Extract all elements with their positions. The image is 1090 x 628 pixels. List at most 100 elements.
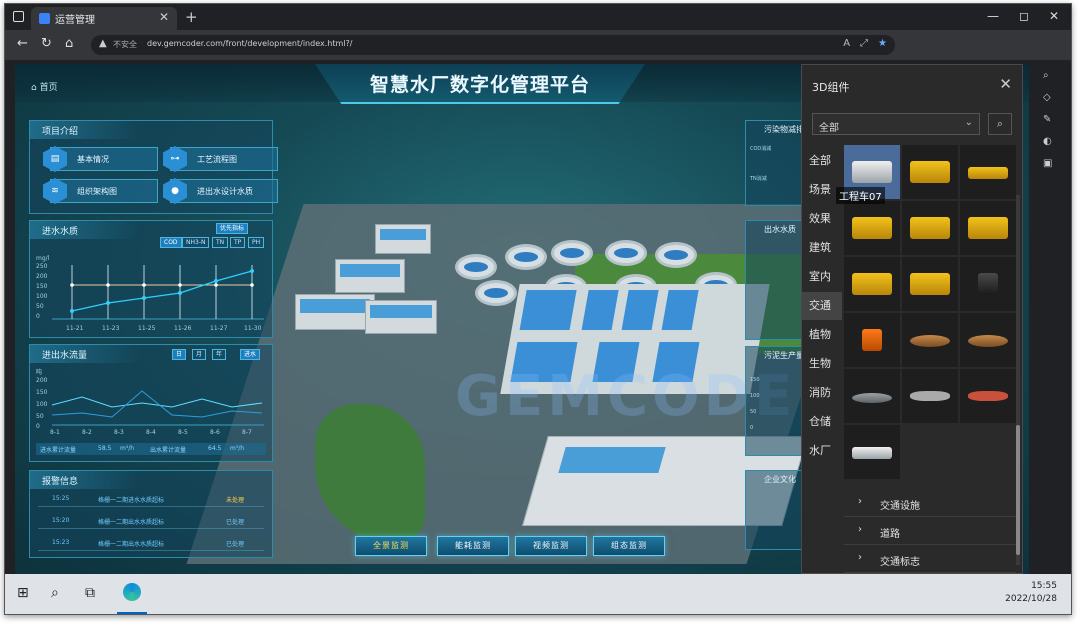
helicopter-icon[interactable]: [960, 369, 1016, 423]
forklift-icon[interactable]: [844, 313, 900, 367]
shopping-icon[interactable]: ◇: [1043, 92, 1051, 103]
window-menu-icon[interactable]: [13, 11, 24, 22]
alarm-status: 已处理: [226, 519, 245, 526]
y-tick: 200: [36, 377, 48, 384]
process-flow-button[interactable]: ⊶ 工艺流程图: [163, 146, 278, 172]
config-monitor-button[interactable]: 组态监测: [593, 536, 665, 556]
train-icon[interactable]: [844, 425, 900, 479]
outlook-icon[interactable]: ▣: [1043, 158, 1052, 169]
button-label: 基本情况: [77, 155, 109, 164]
project-panel: 项目介绍 ▤ 基本情况 ⊶ 工艺流程图 ≋ 组织架构图 ● 进出水设计水质: [29, 120, 278, 214]
category-select[interactable]: 全部 ⌄: [812, 113, 980, 135]
close-icon[interactable]: ✕: [999, 75, 1012, 93]
forklift-icon[interactable]: [960, 257, 1016, 311]
category-building[interactable]: 建筑: [802, 234, 842, 262]
org-chart-button[interactable]: ≋ 组织架构图: [43, 178, 158, 204]
new-tab-icon[interactable]: +: [185, 8, 198, 26]
pollutant-row: COD消减: [750, 146, 772, 152]
chip-month[interactable]: 月: [192, 349, 207, 360]
chip-day[interactable]: 日: [172, 349, 187, 360]
boat-icon[interactable]: [844, 369, 900, 423]
category-waterplant[interactable]: 水厂: [802, 437, 842, 465]
dump-truck-icon[interactable]: [902, 145, 958, 199]
alarm-desc: 格栅一二期出水水质超标: [98, 541, 165, 548]
alarm-row[interactable]: 15:23 格栅一二期出水水质超标 已处理: [38, 535, 264, 551]
alarm-row[interactable]: 15:25 格栅一二期进水水质超标 未处理: [38, 491, 264, 507]
category-effect[interactable]: 效果: [802, 205, 842, 233]
search-icon[interactable]: ⌕: [1043, 70, 1049, 81]
accordion-traffic-facilities[interactable]: › 交通设施: [844, 489, 1016, 517]
minimize-icon[interactable]: —: [987, 9, 999, 23]
crane-icon[interactable]: [844, 257, 900, 311]
chart-unit: 吨: [36, 369, 43, 376]
system-clock[interactable]: 15:55 2022/10/28: [1005, 580, 1057, 606]
edge-browser-icon[interactable]: [123, 583, 141, 601]
chip-year[interactable]: 年: [212, 349, 227, 360]
back-icon[interactable]: ←: [17, 36, 28, 51]
url-actions: A ⤢ ★: [843, 38, 887, 49]
accordion-label: 交通设施: [880, 501, 920, 512]
chart-unit: mg/l: [36, 255, 50, 262]
browser-sidebar: ⌕ ◇ ✎ ◐ ▣: [1027, 60, 1071, 574]
inflow-quality-title: 进水水质: [42, 227, 79, 237]
category-fire[interactable]: 消防: [802, 379, 842, 407]
read-aloud-icon[interactable]: A: [843, 38, 850, 49]
energy-monitor-button[interactable]: 能耗监测: [437, 536, 509, 556]
home-icon[interactable]: ⌂: [65, 36, 73, 51]
scrollbar[interactable]: [1016, 195, 1020, 565]
reload-icon[interactable]: ↻: [41, 36, 52, 51]
chip-tp[interactable]: TP: [230, 237, 246, 248]
close-window-icon[interactable]: ✕: [1049, 9, 1059, 23]
zoom-icon[interactable]: ⤢: [860, 38, 868, 49]
components-panel: 3D组件 ✕ 全部 ⌄ ⌕ 全部 场景 效果 建筑 室内 交通 植物 生物 消防…: [801, 64, 1023, 574]
culture-title: 企业文化: [764, 475, 796, 484]
water-quality-design-button[interactable]: ● 进出水设计水质: [163, 178, 278, 204]
chip-tn[interactable]: TN: [212, 237, 229, 248]
chevron-right-icon: ›: [858, 524, 862, 535]
search-icon[interactable]: ⌕: [988, 113, 1012, 135]
hover-tooltip: 工程车07: [836, 187, 885, 204]
category-traffic[interactable]: 交通: [802, 292, 842, 320]
office-icon[interactable]: ◐: [1043, 136, 1052, 147]
windows-start-icon[interactable]: ⊞: [17, 585, 29, 601]
category-creature[interactable]: 生物: [802, 350, 842, 378]
favorite-star-icon[interactable]: ★: [878, 38, 887, 49]
accordion-road[interactable]: › 道路: [844, 517, 1016, 545]
category-plant[interactable]: 植物: [802, 321, 842, 349]
category-all[interactable]: 全部: [802, 147, 842, 175]
category-indoor[interactable]: 室内: [802, 263, 842, 291]
chip-nh3n[interactable]: NH3-N: [182, 237, 210, 248]
favicon-icon: [39, 13, 50, 24]
chip-ph[interactable]: PH: [248, 237, 265, 248]
category-storage[interactable]: 仓储: [802, 408, 842, 436]
panorama-monitor-button[interactable]: 全景监测: [355, 536, 427, 556]
browser-tab[interactable]: 运营管理 ✕: [31, 7, 177, 30]
chip-cod[interactable]: COD: [160, 237, 182, 248]
tools-icon[interactable]: ✎: [1043, 114, 1051, 125]
x-tick: 8-5: [178, 429, 188, 436]
video-monitor-button[interactable]: 视频监测: [515, 536, 587, 556]
basic-info-button[interactable]: ▤ 基本情况: [43, 146, 158, 172]
dump-truck-icon[interactable]: [902, 201, 958, 255]
chip-inflow[interactable]: 进水: [240, 349, 261, 360]
crane-truck-icon[interactable]: [960, 145, 1016, 199]
alarm-desc: 格栅一二期进水水质超标: [98, 497, 165, 504]
bulldozer-icon[interactable]: [902, 257, 958, 311]
warning-icon: ▲: [99, 38, 107, 49]
tab-close-icon[interactable]: ✕: [159, 10, 169, 24]
helicopter-icon[interactable]: [902, 369, 958, 423]
restore-icon[interactable]: ◻: [1019, 9, 1029, 23]
accordion-traffic-signs[interactable]: › 交通标志: [844, 545, 1016, 573]
priority-indicator-tag[interactable]: 优先指标: [216, 223, 249, 234]
dump-truck-icon[interactable]: [960, 201, 1016, 255]
search-icon[interactable]: ⌕: [51, 585, 59, 601]
alarm-row[interactable]: 15:20 格栅一二期出水水质超标 已处理: [38, 513, 264, 529]
alarm-status: 已处理: [226, 541, 245, 548]
url-field[interactable]: ▲ 不安全 dev.gemcoder.com/front/development…: [91, 35, 895, 55]
generator-icon[interactable]: [844, 201, 900, 255]
boat-icon[interactable]: [902, 313, 958, 367]
home-link[interactable]: ⌂ 首页: [31, 80, 58, 93]
boat-icon[interactable]: [960, 313, 1016, 367]
scene-building: [335, 259, 405, 293]
task-view-icon[interactable]: ⧉: [85, 585, 95, 601]
